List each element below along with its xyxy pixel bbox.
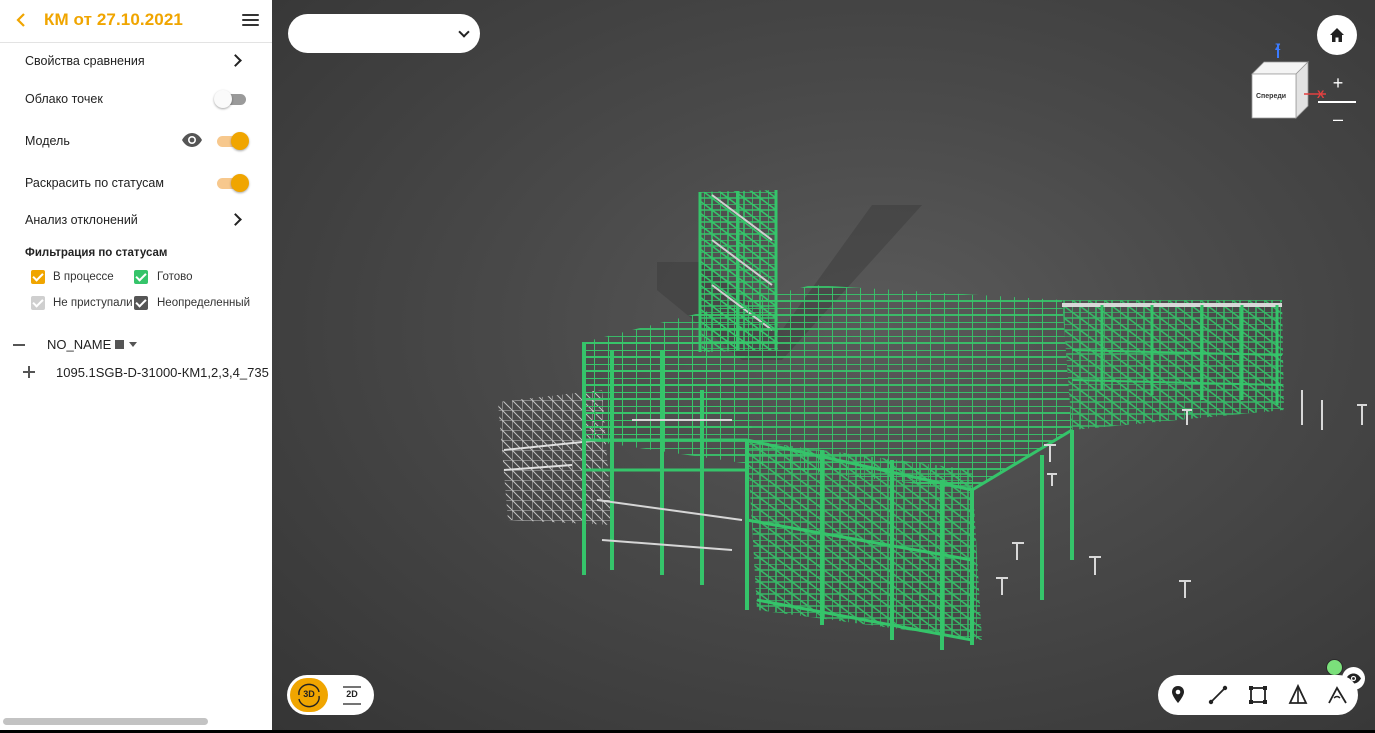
zoom-out-button[interactable]: –: [1330, 110, 1346, 128]
point-cloud-toggle[interactable]: [214, 88, 248, 110]
axis-x-label: X: [1317, 89, 1325, 101]
angle-icon: [1328, 686, 1347, 704]
status-in-progress-label: В процессе: [53, 271, 114, 283]
section-tool-button[interactable]: [1287, 683, 1309, 706]
deviation-analysis-label: Анализ отклонений: [25, 213, 138, 227]
status-ready-checkbox[interactable]: [134, 270, 148, 284]
area-tool-button[interactable]: [1247, 684, 1269, 706]
status-filter-title: Фильтрация по статусам: [25, 247, 168, 259]
status-undefined-label: Неопределенный: [157, 297, 251, 309]
mode-3d-button[interactable]: 3D: [290, 678, 328, 712]
comparison-properties-item[interactable]: Свойства сравнения: [0, 46, 272, 76]
view-cube-face-label: Спереди: [1256, 93, 1286, 100]
point-cloud-label: Облако точек: [25, 92, 103, 106]
model-scene: [498, 190, 1367, 650]
mode-2d-button[interactable]: 2D: [334, 678, 370, 712]
status-undefined-checkbox[interactable]: [134, 296, 148, 310]
measure-distance-icon: [1208, 685, 1228, 705]
eye-icon: [182, 133, 202, 147]
status-ready-label: Готово: [157, 271, 193, 283]
tree-child-node[interactable]: 1095.1SGB-D-31000-КМ1,2,3,4_735: [56, 365, 269, 380]
node-color-swatch: [115, 340, 124, 349]
back-button[interactable]: [14, 10, 32, 32]
status-not-started-checkbox[interactable]: [31, 296, 45, 310]
sidebar-scrollbar[interactable]: [3, 718, 208, 725]
measurement-toolbar: [1158, 675, 1358, 715]
collapse-node-icon[interactable]: [13, 344, 25, 346]
marker-tool-button[interactable]: [1167, 684, 1189, 706]
page-title: КМ от 27.10.2021: [44, 10, 183, 29]
model-visibility-button[interactable]: [181, 132, 203, 148]
model-select-dropdown[interactable]: [288, 14, 480, 53]
tree-root-node[interactable]: NO_NAME: [47, 337, 111, 352]
angle-tool-button[interactable]: [1327, 684, 1349, 706]
zoom-in-button[interactable]: +: [1330, 74, 1346, 92]
menu-icon[interactable]: [242, 14, 259, 28]
expand-node-icon[interactable]: [23, 366, 35, 378]
mode-3d-label: 3D: [303, 689, 315, 699]
marker-icon: [1172, 686, 1184, 703]
3d-viewport[interactable]: Z Спереди X + – 3D 2D: [272, 0, 1375, 730]
color-by-status-label: Раскрасить по статусам: [25, 176, 164, 190]
zoom-divider: [1318, 101, 1356, 103]
main-structure-roof: [584, 285, 1284, 490]
status-in-progress-checkbox[interactable]: [31, 270, 45, 284]
chevron-right-icon: [230, 52, 242, 68]
model-label: Модель: [25, 134, 70, 148]
distance-tool-button[interactable]: [1207, 684, 1229, 706]
model-toggle[interactable]: [215, 130, 249, 152]
section-cone-icon: [1288, 683, 1308, 704]
sidebar: КМ от 27.10.2021 Свойства сравнения Обла…: [0, 0, 272, 730]
status-not-started-label: Не приступали: [53, 297, 133, 309]
measure-area-icon: [1249, 686, 1267, 704]
color-by-status-toggle[interactable]: [215, 172, 249, 194]
comparison-properties-label: Свойства сравнения: [25, 54, 145, 68]
connection-status-indicator: [1326, 659, 1343, 676]
sidebar-header: КМ от 27.10.2021: [0, 0, 272, 43]
caret-down-icon[interactable]: [129, 342, 137, 347]
chevron-right-icon: [230, 211, 242, 227]
chevron-left-icon: [16, 13, 25, 27]
mode-2d-label: 2D: [346, 689, 358, 699]
axis-z-label: Z: [1275, 42, 1281, 52]
view-mode-switch: 3D 2D: [287, 675, 374, 715]
deviation-analysis-item[interactable]: Анализ отклонений: [0, 205, 272, 235]
